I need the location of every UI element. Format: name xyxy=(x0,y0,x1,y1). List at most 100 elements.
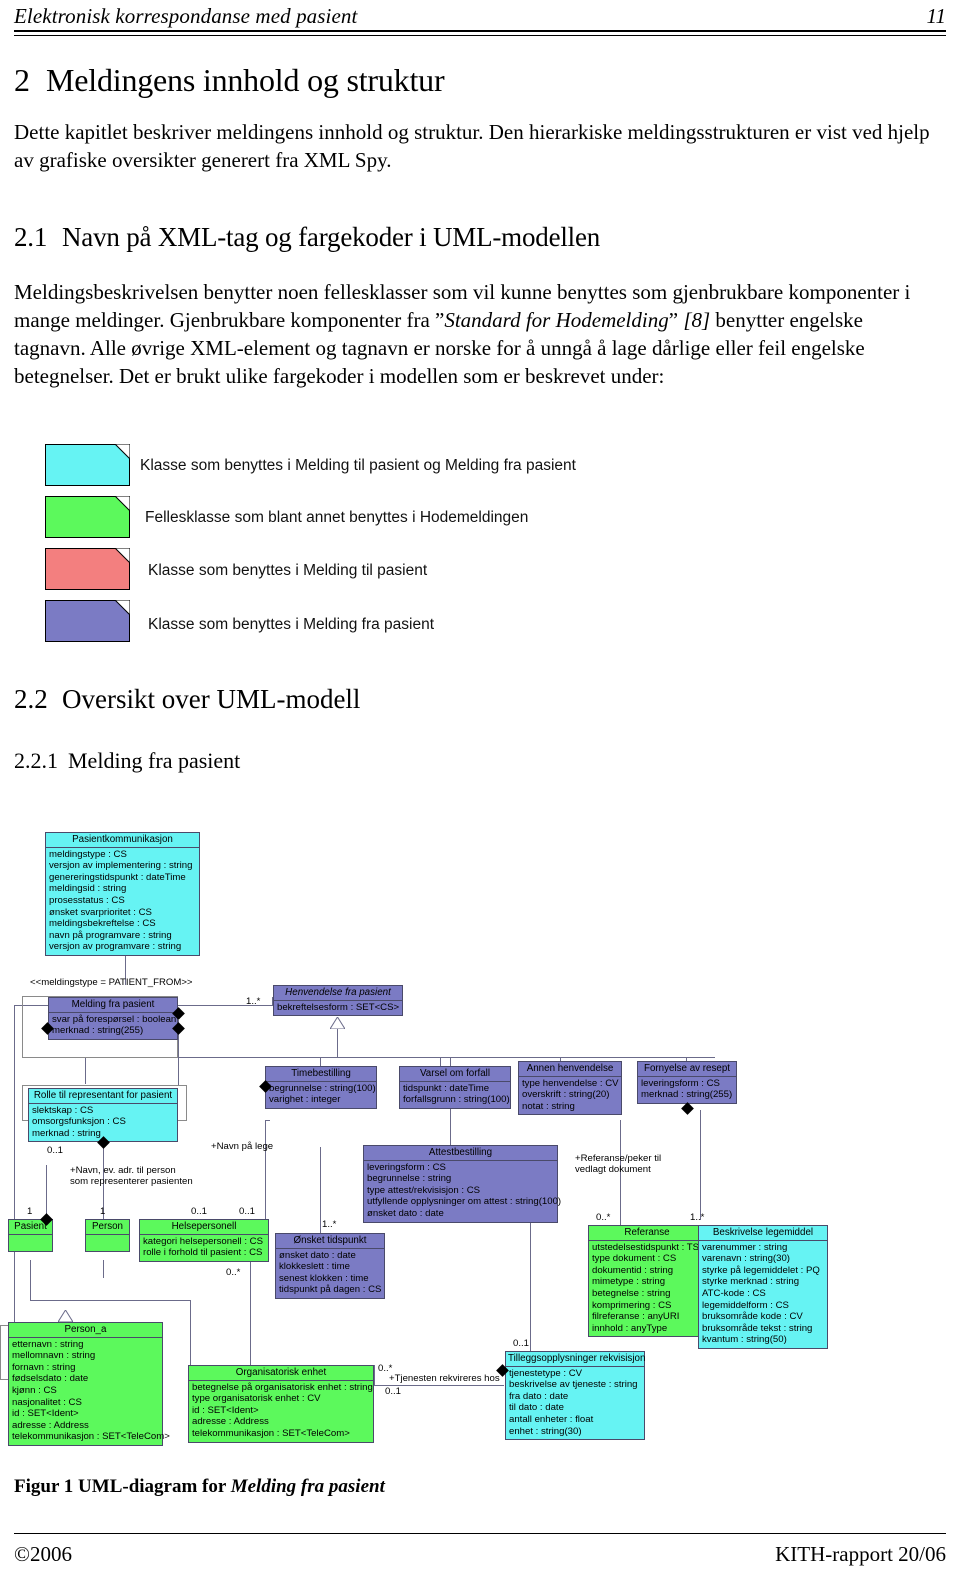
attr: forfallsgrunn : string(100) xyxy=(403,1094,510,1106)
aggregation-diamond xyxy=(681,1102,694,1115)
connector-line xyxy=(320,1147,321,1235)
assoc-label: +Tjenesten rekvireres hos xyxy=(389,1373,500,1384)
legend-label-green: Fellesklasse som blant annet benyttes i … xyxy=(145,509,529,526)
folded-corner-icon xyxy=(115,496,130,511)
attr: type organisatorisk enhet : CV xyxy=(192,1393,321,1405)
generalization-triangle xyxy=(330,1017,345,1029)
attr: kategori helsepersonell : CS xyxy=(143,1235,263,1247)
uml-class-melding-fra-pasient: Melding fra pasient svar på forespørsel … xyxy=(48,997,178,1040)
attr: bekreftelsesform : SET<CS> xyxy=(277,1001,400,1013)
multiplicity-label: 0..1 xyxy=(513,1338,530,1349)
connector-line xyxy=(190,1300,191,1368)
stereotype-label: <<meldingstype = PATIENT_FROM>> xyxy=(30,977,193,988)
attr: type attest/rekvisisjon : CS xyxy=(367,1184,481,1196)
attr: meldingstype : CS xyxy=(49,848,127,860)
class-name: Ønsket tidspunkt xyxy=(276,1234,384,1249)
attr: type henvendelse : CV xyxy=(522,1077,619,1089)
attr: varenummer : string xyxy=(702,1241,788,1253)
multiplicity-label: 0..* xyxy=(226,1267,241,1278)
uml-class-varsel-om-forfall: Varsel om forfall tidspunkt : dateTime f… xyxy=(399,1066,511,1109)
connector-line xyxy=(530,1215,531,1370)
class-attributes: utstedelsestidspunkt : TS type dokument … xyxy=(589,1241,705,1337)
figure-caption-italic: Melding fra pasient xyxy=(230,1476,385,1497)
attr: tidspunkt på dagen : CS xyxy=(279,1284,382,1296)
class-attributes: meldingstype : CS versjon av implementer… xyxy=(46,848,199,955)
heading-2-2: 2.2 Oversikt over UML-modell xyxy=(14,684,360,715)
legend-label-red: Klasse som benyttes i Melding til pasien… xyxy=(148,562,428,579)
attr: fødselsdato : date xyxy=(12,1373,89,1385)
attr: ønsket svarprioritet : CS xyxy=(49,906,152,918)
attr: filreferanse : anyURI xyxy=(592,1311,680,1323)
p21-part-b: ” xyxy=(668,308,684,332)
attr: merknad : string(255) xyxy=(52,1025,144,1037)
attr: mimetype : string xyxy=(592,1276,666,1288)
folded-corner-icon xyxy=(115,548,130,563)
class-name: Pasientkommunikasjon xyxy=(46,833,199,848)
class-name: Beskrivelse legemiddel xyxy=(699,1226,827,1241)
uml-class-tilleggsopplysninger: Tilleggsopplysninger rekvisisjon tjenest… xyxy=(505,1351,645,1441)
heading-2-2-number: 2.2 xyxy=(14,684,48,714)
class-attributes: begrunnelse : string(100) varighet : int… xyxy=(266,1082,376,1108)
heading-2-2-1: 2.2.1 Melding fra pasient xyxy=(14,748,240,774)
assoc-label: +Referanse/peker til xyxy=(575,1153,662,1164)
attr: varighet : integer xyxy=(269,1094,341,1106)
class-name: Fornyelse av resept xyxy=(638,1062,736,1077)
connector-line xyxy=(265,1120,270,1121)
legend-label-cyan: Klasse som benyttes i Melding til pasien… xyxy=(140,457,576,474)
class-attributes: leveringsform : CS begrunnelse : string … xyxy=(364,1161,561,1222)
class-name: Attestbestilling xyxy=(364,1146,557,1161)
uml-class-annen-henvendelse: Annen henvendelse type henvendelse : CV … xyxy=(518,1061,622,1116)
uml-class-onsket-tidspunkt: Ønsket tidspunkt ønsket dato : date klok… xyxy=(275,1233,385,1299)
class-attributes: varenummer : string varenavn : string(30… xyxy=(699,1241,827,1348)
legend-label-purple: Klasse som benyttes i Melding fra pasien… xyxy=(148,616,435,633)
attr: versjon av programvare : string xyxy=(49,941,182,953)
uml-class-pasientkommunikasjon: Pasientkommunikasjon meldingstype : CS v… xyxy=(45,832,200,956)
class-name: Person xyxy=(86,1220,129,1235)
legend-item: Fellesklasse som blant annet benyttes i … xyxy=(0,492,700,544)
attr: prosesstatus : CS xyxy=(49,894,125,906)
connector-line xyxy=(250,1260,251,1370)
color-legend: Klasse som benyttes i Melding til pasien… xyxy=(0,440,700,648)
uml-class-person-a: Person_a etternavn : string mellomnavn :… xyxy=(8,1322,170,1446)
attr: leveringsform : CS xyxy=(367,1161,446,1173)
multiplicity-label: 0..1 xyxy=(47,1145,64,1156)
attr: mellomnavn : string xyxy=(12,1350,96,1362)
multiplicity-label: 1..* xyxy=(322,1219,337,1230)
attr: type dokument : CS xyxy=(592,1253,677,1265)
attr: beskrivelse av tjeneste : string xyxy=(509,1379,638,1391)
running-title: Elektronisk korrespondanse med pasient xyxy=(14,4,358,28)
attr: merknad : string(255) xyxy=(641,1089,733,1101)
attr: klokkeslett : time xyxy=(279,1261,350,1273)
generalization-triangle xyxy=(58,1310,73,1322)
uml-class-organisatorisk-enhet: Organisatorisk enhet betegnelse på organ… xyxy=(188,1365,374,1443)
legend-item: Klasse som benyttes i Melding til pasien… xyxy=(0,440,700,492)
document-page: Elektronisk korrespondanse med pasient 1… xyxy=(0,0,960,1587)
header-rule-thin xyxy=(14,35,946,36)
attr: kvantum : string(50) xyxy=(702,1334,787,1346)
connector-line xyxy=(700,1110,701,1220)
class-name: Annen henvendelse xyxy=(519,1062,621,1077)
attr: fornavn : string xyxy=(12,1361,76,1373)
attr: fra dato : date xyxy=(509,1390,569,1402)
class-attributes: tidspunkt : dateTime forfallsgrunn : str… xyxy=(400,1082,510,1108)
class-name: Organisatorisk enhet xyxy=(189,1366,373,1381)
attr: ATC-kode : CS xyxy=(702,1287,766,1299)
multiplicity-label: 0..1 xyxy=(191,1206,208,1217)
page-number: 11 xyxy=(926,4,946,28)
assoc-label: +Navn, ev. adr. til person xyxy=(70,1165,176,1176)
class-attributes: type henvendelse : CV overskrift : strin… xyxy=(519,1077,621,1115)
class-attributes: kategori helsepersonell : CS rolle i for… xyxy=(140,1235,268,1261)
attr: varenavn : string(30) xyxy=(702,1253,790,1265)
figure-caption: Figur 1 UML-diagram for Melding fra pasi… xyxy=(14,1476,385,1498)
report-id-text: KITH-rapport 20/06 xyxy=(775,1542,946,1566)
attr: innhold : anyType xyxy=(592,1322,668,1334)
heading-chapter-number: 2 xyxy=(14,62,30,98)
section-2-1-paragraph: Meldingsbeskrivelsen benytter noen felle… xyxy=(14,278,926,390)
class-name: Person_a xyxy=(9,1323,162,1338)
attr: meldingsbekreftelse : CS xyxy=(49,918,156,930)
connector-line xyxy=(30,1300,190,1301)
class-name: Timebestilling xyxy=(266,1067,376,1082)
attr: leveringsform : CS xyxy=(641,1077,720,1089)
connector-line xyxy=(85,1057,86,1084)
heading-2-1-number: 2.1 xyxy=(14,222,48,252)
